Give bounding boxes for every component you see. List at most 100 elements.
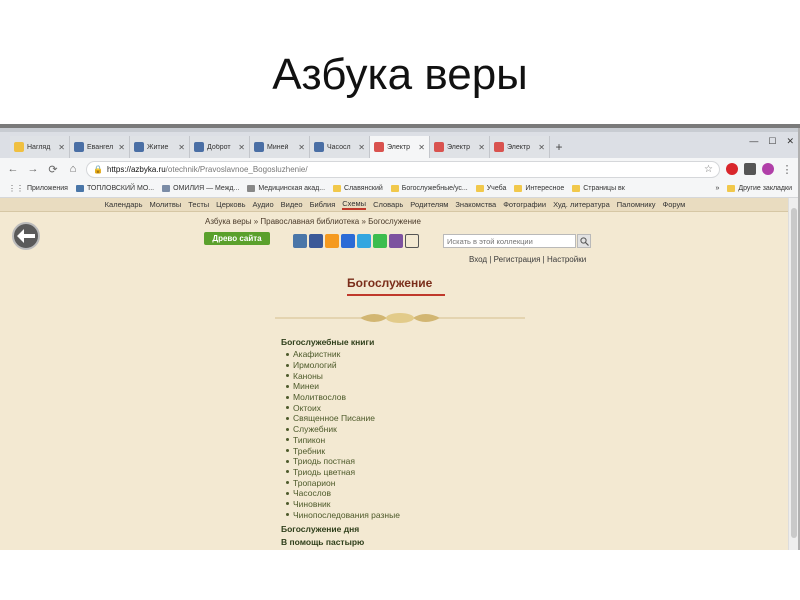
bookmark-folder[interactable]: Интересное: [514, 185, 564, 192]
mailru-icon[interactable]: [341, 234, 355, 248]
list-item[interactable]: Служебник: [286, 424, 400, 435]
whatsapp-icon[interactable]: [373, 234, 387, 248]
bookmark-folder[interactable]: Славянский: [333, 185, 383, 192]
menu-item[interactable]: Аудио: [252, 200, 273, 209]
email-icon[interactable]: [405, 234, 419, 248]
close-icon[interactable]: ✕: [178, 143, 185, 152]
section-pastor-link[interactable]: В помощь пастырю: [281, 537, 364, 547]
close-icon[interactable]: ✕: [358, 143, 365, 152]
extension-icon[interactable]: [744, 163, 756, 175]
menu-item[interactable]: Молитвы: [150, 200, 182, 209]
book-link[interactable]: Типикон: [293, 435, 325, 445]
close-icon[interactable]: ✕: [538, 143, 545, 152]
site-tree-button[interactable]: Древо сайта: [204, 232, 270, 245]
close-icon[interactable]: ✕: [238, 143, 245, 152]
bookmark-item[interactable]: ОМИЛИЯ — Межд...: [162, 185, 239, 192]
book-link[interactable]: Каноны: [293, 371, 323, 381]
opera-extension-icon[interactable]: [726, 163, 738, 175]
book-link[interactable]: Священное Писание: [293, 413, 375, 423]
list-item[interactable]: Требник: [286, 445, 400, 456]
browser-tab[interactable]: Электр ✕: [490, 136, 550, 158]
menu-item[interactable]: Календарь: [105, 200, 143, 209]
book-link[interactable]: Триодь цветная: [293, 467, 355, 477]
menu-item[interactable]: Худ. литература: [553, 200, 610, 209]
browser-tab[interactable]: Миней ✕: [250, 136, 310, 158]
back-button[interactable]: [12, 222, 40, 250]
twitter-icon[interactable]: [357, 234, 371, 248]
menu-item[interactable]: Тесты: [188, 200, 209, 209]
browser-tab[interactable]: Доброт ✕: [190, 136, 250, 158]
menu-item[interactable]: Библия: [310, 200, 336, 209]
list-item[interactable]: Каноны: [286, 370, 400, 381]
search-button[interactable]: [577, 234, 591, 248]
reload-icon[interactable]: ⟳: [46, 163, 60, 176]
close-window-icon[interactable]: ✕: [786, 136, 794, 147]
book-link[interactable]: Октоих: [293, 403, 321, 413]
book-link[interactable]: Чинопоследования разные: [293, 510, 400, 520]
list-item[interactable]: Минеи: [286, 381, 400, 392]
menu-item[interactable]: Паломнику: [617, 200, 656, 209]
browser-tab[interactable]: Житие ✕: [130, 136, 190, 158]
browser-tab[interactable]: Евангел ✕: [70, 136, 130, 158]
menu-item[interactable]: Форум: [663, 200, 686, 209]
list-item[interactable]: Тропарион: [286, 477, 400, 488]
bookmark-apps[interactable]: ⋮⋮ Приложения: [8, 184, 68, 193]
minimize-icon[interactable]: —: [749, 136, 758, 147]
breadcrumb[interactable]: Азбука веры » Православная библиотека » …: [205, 217, 421, 226]
menu-item[interactable]: Родителям: [410, 200, 448, 209]
extension-icon[interactable]: [762, 163, 774, 175]
book-link[interactable]: Требник: [293, 446, 325, 456]
list-item[interactable]: Акафистник: [286, 349, 400, 360]
book-link[interactable]: Чиновник: [293, 499, 331, 509]
vk-icon[interactable]: [293, 234, 307, 248]
close-icon[interactable]: ✕: [418, 143, 425, 152]
scrollbar-thumb[interactable]: [791, 208, 797, 538]
menu-item[interactable]: Церковь: [216, 200, 245, 209]
browser-tab[interactable]: Часосл ✕: [310, 136, 370, 158]
url-input[interactable]: 🔒 https://azbyka.ru/otechnik/Pravoslavno…: [86, 160, 720, 178]
book-link[interactable]: Тропарион: [293, 478, 335, 488]
close-icon[interactable]: ✕: [118, 143, 125, 152]
settings-link[interactable]: Настройки: [547, 255, 586, 264]
other-bookmarks-folder[interactable]: Другие закладки: [727, 185, 792, 192]
menu-item[interactable]: Схемы: [342, 199, 367, 210]
more-bookmarks-button[interactable]: »: [715, 185, 719, 192]
menu-item[interactable]: Фотографии: [503, 200, 546, 209]
login-link[interactable]: Вход: [469, 255, 487, 264]
list-item[interactable]: Молитвослов: [286, 392, 400, 403]
list-item[interactable]: Типикон: [286, 435, 400, 446]
menu-icon[interactable]: ⋮: [780, 163, 794, 176]
forward-arrow-icon[interactable]: →: [26, 163, 40, 175]
bookmark-folder[interactable]: Страницы вк: [572, 185, 625, 192]
list-item[interactable]: Октоих: [286, 402, 400, 413]
book-link[interactable]: Часослов: [293, 488, 331, 498]
book-link[interactable]: Молитвослов: [293, 392, 346, 402]
browser-tab[interactable]: Электр ✕: [430, 136, 490, 158]
menu-item[interactable]: Знакомства: [455, 200, 496, 209]
list-item[interactable]: Священное Писание: [286, 413, 400, 424]
section-day-link[interactable]: Богослужение дня: [281, 524, 359, 534]
bookmark-item[interactable]: ТОПЛОВСКИЙ МО...: [75, 185, 154, 192]
odnoklassniki-icon[interactable]: [325, 234, 339, 248]
book-link[interactable]: Ирмологий: [293, 360, 337, 370]
list-item[interactable]: Ирмологий: [286, 360, 400, 371]
viber-icon[interactable]: [389, 234, 403, 248]
new-tab-button[interactable]: +: [550, 136, 568, 158]
home-icon[interactable]: ⌂: [66, 163, 80, 175]
close-icon[interactable]: ✕: [478, 143, 485, 152]
list-item[interactable]: Чинопоследования разные: [286, 509, 400, 520]
list-item[interactable]: Часослов: [286, 488, 400, 499]
back-arrow-icon[interactable]: ←: [6, 163, 20, 175]
close-icon[interactable]: ✕: [58, 143, 65, 152]
bookmark-folder[interactable]: Богослужебные/ус...: [390, 185, 468, 192]
menu-item[interactable]: Видео: [281, 200, 303, 209]
book-link[interactable]: Акафистник: [293, 349, 340, 359]
book-link[interactable]: Служебник: [293, 424, 337, 434]
close-icon[interactable]: ✕: [298, 143, 305, 152]
facebook-icon[interactable]: [309, 234, 323, 248]
scrollbar[interactable]: [788, 198, 798, 550]
list-item[interactable]: Чиновник: [286, 499, 400, 510]
search-input[interactable]: [443, 234, 576, 248]
list-item[interactable]: Триодь постная: [286, 456, 400, 467]
bookmark-item[interactable]: Медицинская акад...: [247, 185, 325, 192]
